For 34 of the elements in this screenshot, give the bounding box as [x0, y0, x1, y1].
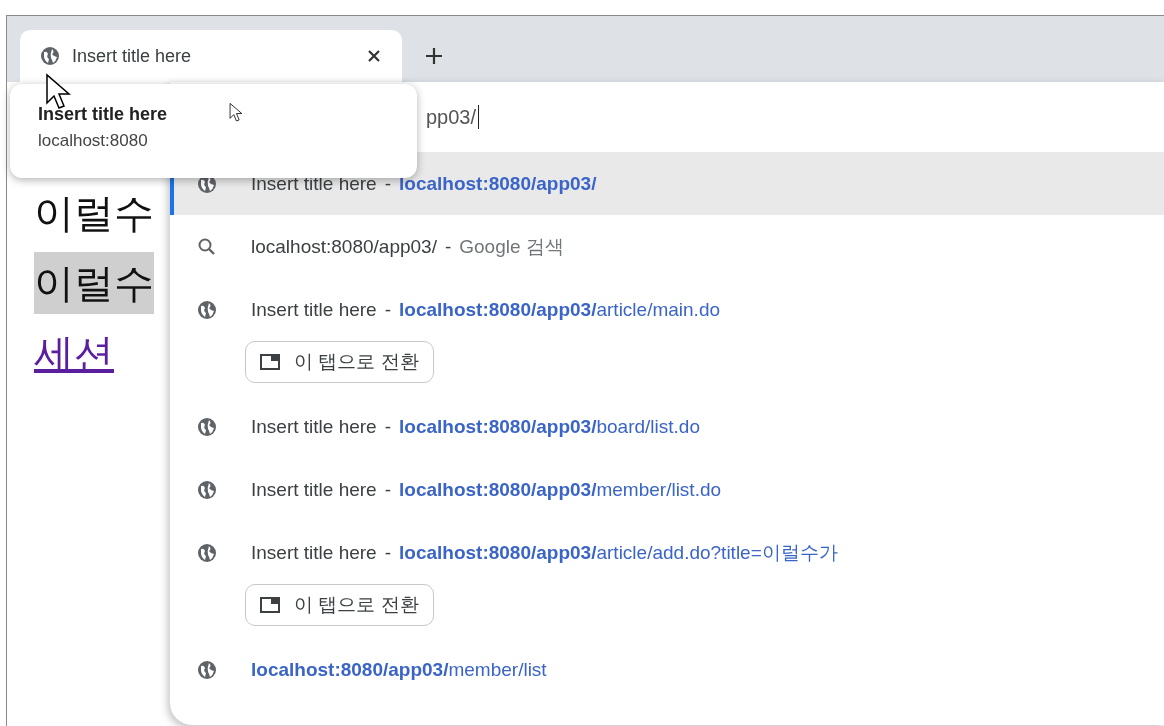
suggestion-row[interactable]: Insert title here - localhost:8080/app03/board/list.do [170, 395, 1164, 458]
suggestion-text[interactable]: localhost:8080/app03/member/list [251, 658, 547, 681]
browser-tab[interactable]: Insert title here [20, 30, 402, 82]
tab-title: Insert title here [72, 45, 193, 67]
text-caret [478, 105, 480, 129]
suggestion-text[interactable]: Insert title here - localhost:8080/app03/article/add.do?title=이럴수가 [251, 539, 838, 566]
tab-window-icon [260, 354, 280, 370]
mouse-cursor-icon [229, 102, 245, 124]
suggestion-row[interactable]: Insert title here - localhost:8080/app03/member/list.do [170, 458, 1164, 521]
switch-tab-button[interactable]: 이 탭으로 전환 [245, 584, 434, 626]
tooltip-title: Insert title here [38, 104, 168, 125]
highlighted-text: 이럴수 [34, 252, 154, 314]
tooltip-host: localhost:8080 [38, 131, 149, 151]
search-icon [197, 236, 217, 257]
globe-icon [197, 299, 217, 320]
suggestion-row[interactable]: Insert title here - localhost:8080/app03/article/add.do?title=이럴수가 이 탭으로 전환 [170, 521, 1164, 638]
globe-icon [197, 659, 217, 680]
page-link[interactable]: 세션 [34, 322, 114, 384]
address-text[interactable]: pp03/ [426, 105, 477, 129]
suggestion-text[interactable]: Insert title here - localhost:8080/app03/article/main.do [251, 298, 721, 321]
globe-icon [197, 542, 217, 563]
suggestion-row[interactable]: localhost:8080/app03/ - Google 검색 [170, 215, 1164, 278]
suggestion-row[interactable]: Insert title here - localhost:8080/app03/article/main.do 이 탭으로 전환 [170, 278, 1164, 395]
globe-icon [40, 46, 60, 66]
globe-icon [197, 416, 217, 437]
suggestion-row[interactable]: localhost:8080/app03/member/list [170, 638, 1164, 701]
tab-window-icon [260, 597, 280, 613]
suggestion-row[interactable]: Insert title here - localhost:8080/app03/ [170, 152, 1164, 215]
suggestion-text[interactable]: Insert title here - localhost:8080/app03/board/list.do [251, 415, 700, 438]
globe-icon [197, 479, 217, 500]
suggestion-text[interactable]: localhost:8080/app03/ - Google 검색 [251, 233, 564, 260]
switch-tab-button[interactable]: 이 탭으로 전환 [245, 341, 434, 383]
page-heading: 이럴수 [34, 190, 154, 237]
suggestion-text[interactable]: Insert title here - localhost:8080/app03/member/list.do [251, 478, 722, 501]
